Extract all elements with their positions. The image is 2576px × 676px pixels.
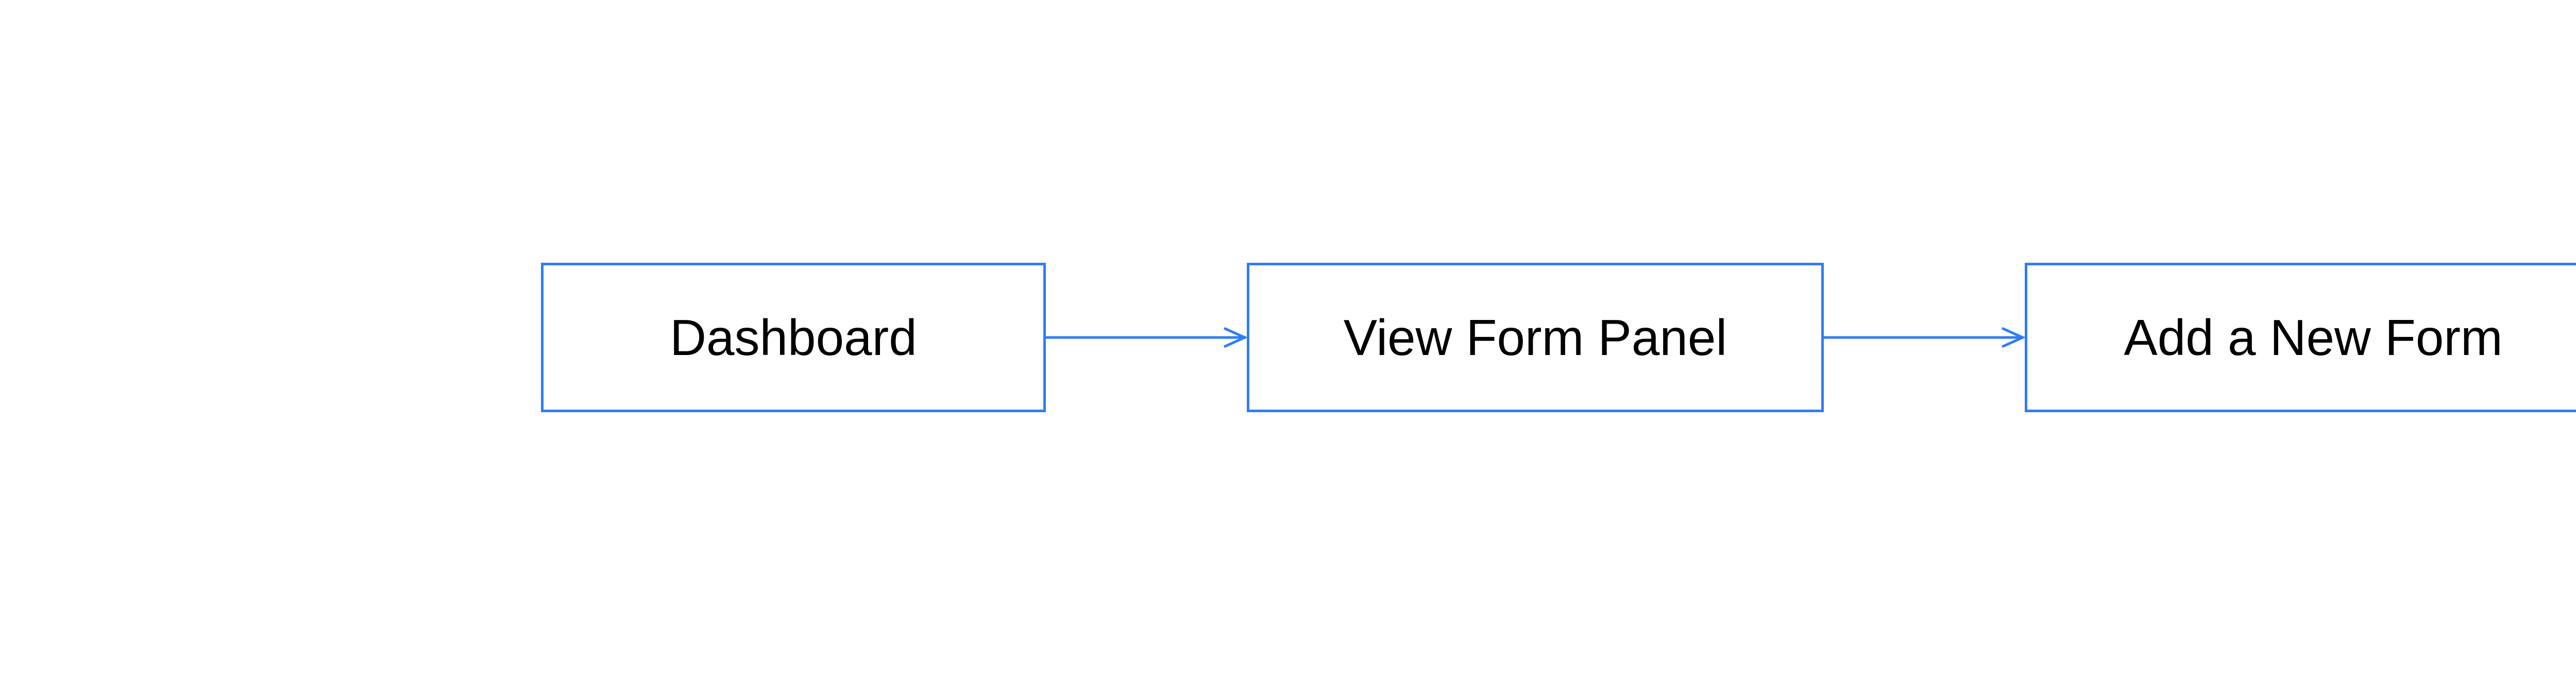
flow-node-view-form-panel: View Form Panel [1247, 263, 1824, 412]
flow-node-label: Add a New Form [2124, 309, 2502, 367]
flow-node-label: View Form Panel [1344, 309, 1727, 367]
diagram-canvas: DashboardView Form PanelAdd a New FormEd… [0, 0, 2576, 676]
flow-arrow-icon [1824, 322, 2025, 353]
flow-arrow-icon [1046, 322, 1247, 353]
flow-node-label: Dashboard [670, 309, 917, 367]
flow-node-dashboard: Dashboard [541, 263, 1046, 412]
flow-row: DashboardView Form PanelAdd a New FormEd… [541, 263, 2576, 412]
flow-node-add-new-form: Add a New Form [2025, 263, 2576, 412]
